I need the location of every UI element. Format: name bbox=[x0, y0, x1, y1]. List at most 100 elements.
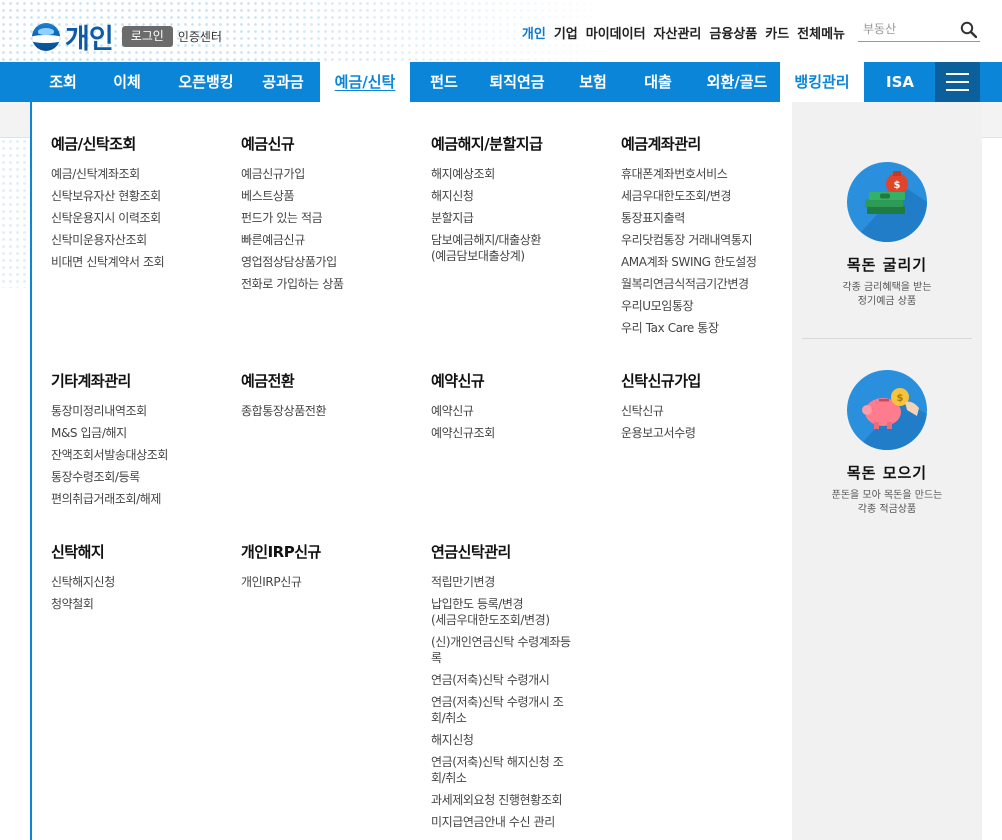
brand-title[interactable]: 개인 bbox=[65, 17, 114, 56]
menu-link[interactable]: (신)개인연금신탁 수령계좌등 록 bbox=[431, 634, 601, 672]
top-link-mydata[interactable]: 마이데이터 bbox=[586, 23, 646, 42]
nav-item-label: 공과금 bbox=[262, 73, 304, 91]
nav-item-pension[interactable]: 퇴직연금 bbox=[476, 62, 558, 102]
login-button[interactable]: 로그인 bbox=[121, 26, 173, 47]
nav-item-deposit-trust[interactable]: 예금/신탁 bbox=[320, 62, 410, 102]
nav-item-fx-gold[interactable]: 외환/골드 bbox=[694, 62, 780, 102]
menu-link[interactable]: 휴대폰계좌번호서비스 bbox=[621, 166, 791, 188]
menu-link[interactable]: 개인IRP신규 bbox=[241, 574, 411, 596]
menu-link[interactable]: 펀드가 있는 적금 bbox=[241, 210, 411, 232]
promo-lump-sum-save[interactable]: $ 목돈 모으기 푼돈을 모아 목돈을 만드는 각종 적금상품 bbox=[792, 370, 982, 517]
search-box bbox=[858, 18, 980, 42]
menu-link[interactable]: M&S 입금/해지 bbox=[51, 425, 221, 447]
menu-link[interactable]: 신탁미운용자산조회 bbox=[51, 232, 221, 254]
menu-link[interactable]: 운용보고서수령 bbox=[621, 425, 791, 447]
menu-link[interactable]: 통장미정리내역조회 bbox=[51, 403, 221, 425]
menu-group-title[interactable]: 예금신규 bbox=[241, 134, 411, 154]
menu-link[interactable]: 해지신청 bbox=[431, 732, 601, 754]
menu-link[interactable]: 비대면 신탁계약서 조회 bbox=[51, 254, 221, 276]
nav-item-transfer[interactable]: 이체 bbox=[96, 62, 158, 102]
menu-link[interactable]: 예약신규 bbox=[431, 403, 601, 425]
menu-link[interactable]: 예약신규조회 bbox=[431, 425, 601, 447]
nav-item-loan[interactable]: 대출 bbox=[630, 62, 686, 102]
menu-link[interactable]: 잔액조회서발송대상조회 bbox=[51, 447, 221, 469]
menu-link[interactable]: 편의취급거래조회/해제 bbox=[51, 491, 221, 513]
promo-title: 목돈 모으기 bbox=[846, 464, 928, 482]
menu-link[interactable]: 신탁해지신청 bbox=[51, 574, 221, 596]
menu-link[interactable]: 전화로 가입하는 상품 bbox=[241, 276, 411, 298]
menu-group-title[interactable]: 신탁해지 bbox=[51, 542, 221, 562]
menu-link[interactable]: 담보예금해지/대출상환 (예금담보대출상계) bbox=[431, 232, 601, 270]
search-icon[interactable] bbox=[960, 21, 977, 38]
top-link-personal[interactable]: 개인 bbox=[522, 23, 546, 42]
nav-item-banking-mgmt[interactable]: 뱅킹관리 bbox=[780, 62, 864, 102]
menu-list: 휴대폰계좌번호서비스 세금우대한도조회/변경 통장표지출력 우리닷컴통장 거래내… bbox=[621, 166, 791, 342]
menu-group-title[interactable]: 개인IRP신규 bbox=[241, 542, 411, 562]
promo-desc-line: 각종 금리혜택을 받는 bbox=[842, 282, 932, 293]
menu-group-title[interactable]: 예금계좌관리 bbox=[621, 134, 791, 154]
top-link-card[interactable]: 카드 bbox=[765, 23, 789, 42]
menu-link[interactable]: 적립만기변경 bbox=[431, 574, 601, 596]
menu-group-title[interactable]: 예금/신탁조회 bbox=[51, 134, 221, 154]
menu-link[interactable]: 납입한도 등록/변경 (세금우대한도조회/변경) bbox=[431, 596, 601, 634]
menu-group-title[interactable]: 연금신탁관리 bbox=[431, 542, 601, 562]
nav-item-fund[interactable]: 펀드 bbox=[418, 62, 470, 102]
nav-item-insurance[interactable]: 보험 bbox=[566, 62, 620, 102]
nav-item-isa[interactable]: ISA bbox=[872, 62, 928, 102]
nav-item-inquiry[interactable]: 조회 bbox=[32, 62, 94, 102]
menu-link[interactable]: 신탁보유자산 현황조회 bbox=[51, 188, 221, 210]
menu-link[interactable]: 신탁신규 bbox=[621, 403, 791, 425]
menu-link[interactable]: 연금(저축)신탁 수령개시 조 회/취소 bbox=[431, 694, 601, 732]
top-link-business[interactable]: 기업 bbox=[554, 23, 578, 42]
menu-link[interactable]: 연금(저축)신탁 해지신청 조 회/취소 bbox=[431, 754, 601, 792]
menu-link[interactable]: 해지예상조회 bbox=[431, 166, 601, 188]
menu-link[interactable]: 세금우대한도조회/변경 bbox=[621, 188, 791, 210]
menu-link[interactable]: 분할지급 bbox=[431, 210, 601, 232]
menu-link[interactable]: 과세제외요청 진행현황조회 bbox=[431, 792, 601, 814]
menu-link[interactable]: 월복리연금식적금기간변경 bbox=[621, 276, 791, 298]
top-link-asset[interactable]: 자산관리 bbox=[654, 23, 702, 42]
menu-link[interactable]: 종합통장상품전환 bbox=[241, 403, 411, 425]
menu-group-title[interactable]: 신탁신규가입 bbox=[621, 371, 791, 391]
nav-item-utility[interactable]: 공과금 bbox=[252, 62, 314, 102]
menu-link[interactable]: 우리닷컴통장 거래내역통지 bbox=[621, 232, 791, 254]
menu-list: 예금/신탁계좌조회 신탁보유자산 현황조회 신탁운용지시 이력조회 신탁미운용자… bbox=[51, 166, 221, 276]
menu-group-deposit-inquiry: 예금/신탁조회 예금/신탁계좌조회 신탁보유자산 현황조회 신탁운용지시 이력조… bbox=[51, 134, 221, 276]
menu-link[interactable]: 연금(저축)신탁 수령개시 bbox=[431, 672, 601, 694]
promo-divider bbox=[802, 338, 972, 339]
menu-link[interactable]: 우리 Tax Care 통장 bbox=[621, 320, 791, 342]
menu-link[interactable]: 통장수령조회/등록 bbox=[51, 469, 221, 491]
menu-list: 예금신규가입 베스트상품 펀드가 있는 적금 빠른예금신규 영업점상담상품가입 … bbox=[241, 166, 411, 298]
promo-lump-sum-invest[interactable]: $ 목돈 굴리기 각종 금리혜택을 받는 정기예금 상품 bbox=[792, 162, 982, 309]
search-input[interactable] bbox=[858, 18, 953, 40]
menu-group-pension-trust-mgmt: 연금신탁관리 적립만기변경 납입한도 등록/변경 (세금우대한도조회/변경) (… bbox=[431, 542, 601, 836]
nav-item-label: 외환/골드 bbox=[706, 73, 768, 91]
menu-link[interactable]: 영업점상담상품가입 bbox=[241, 254, 411, 276]
menu-link[interactable]: 해지신청 bbox=[431, 188, 601, 210]
menu-link[interactable]: 청약철회 bbox=[51, 596, 221, 618]
menu-group-title[interactable]: 예약신규 bbox=[431, 371, 601, 391]
menu-link[interactable]: 베스트상품 bbox=[241, 188, 411, 210]
bank-logo-icon[interactable] bbox=[32, 22, 60, 51]
menu-group-title[interactable]: 기타계좌관리 bbox=[51, 371, 221, 391]
menu-link[interactable]: 통장표지출력 bbox=[621, 210, 791, 232]
menu-group-title[interactable]: 예금해지/분할지급 bbox=[431, 134, 601, 154]
menu-group-deposit-conversion: 예금전환 종합통장상품전환 bbox=[241, 371, 411, 425]
nav-item-label: ISA bbox=[886, 73, 914, 91]
menu-group-title[interactable]: 예금전환 bbox=[241, 371, 411, 391]
svg-text:$: $ bbox=[897, 393, 904, 404]
menu-link[interactable]: 예금/신탁계좌조회 bbox=[51, 166, 221, 188]
top-link-all-menu[interactable]: 전체메뉴 bbox=[797, 23, 845, 42]
menu-link[interactable]: 미지급연금안내 수신 관리 bbox=[431, 814, 601, 836]
cert-center-link[interactable]: 인증센터 bbox=[178, 28, 222, 45]
menu-group-deposit-new: 예금신규 예금신규가입 베스트상품 펀드가 있는 적금 빠른예금신규 영업점상담… bbox=[241, 134, 411, 298]
nav-item-openbanking[interactable]: 오픈뱅킹 bbox=[166, 62, 246, 102]
menu-link[interactable]: 예금신규가입 bbox=[241, 166, 411, 188]
hamburger-icon[interactable] bbox=[935, 62, 980, 102]
top-link-products[interactable]: 금융상품 bbox=[709, 23, 757, 42]
menu-link[interactable]: AMA계좌 SWING 한도설정 bbox=[621, 254, 791, 276]
menu-link[interactable]: 빠른예금신규 bbox=[241, 232, 411, 254]
menu-link[interactable]: 우리U모임통장 bbox=[621, 298, 791, 320]
menu-group-trust-termination: 신탁해지 신탁해지신청 청약철회 bbox=[51, 542, 221, 618]
menu-link[interactable]: 신탁운용지시 이력조회 bbox=[51, 210, 221, 232]
